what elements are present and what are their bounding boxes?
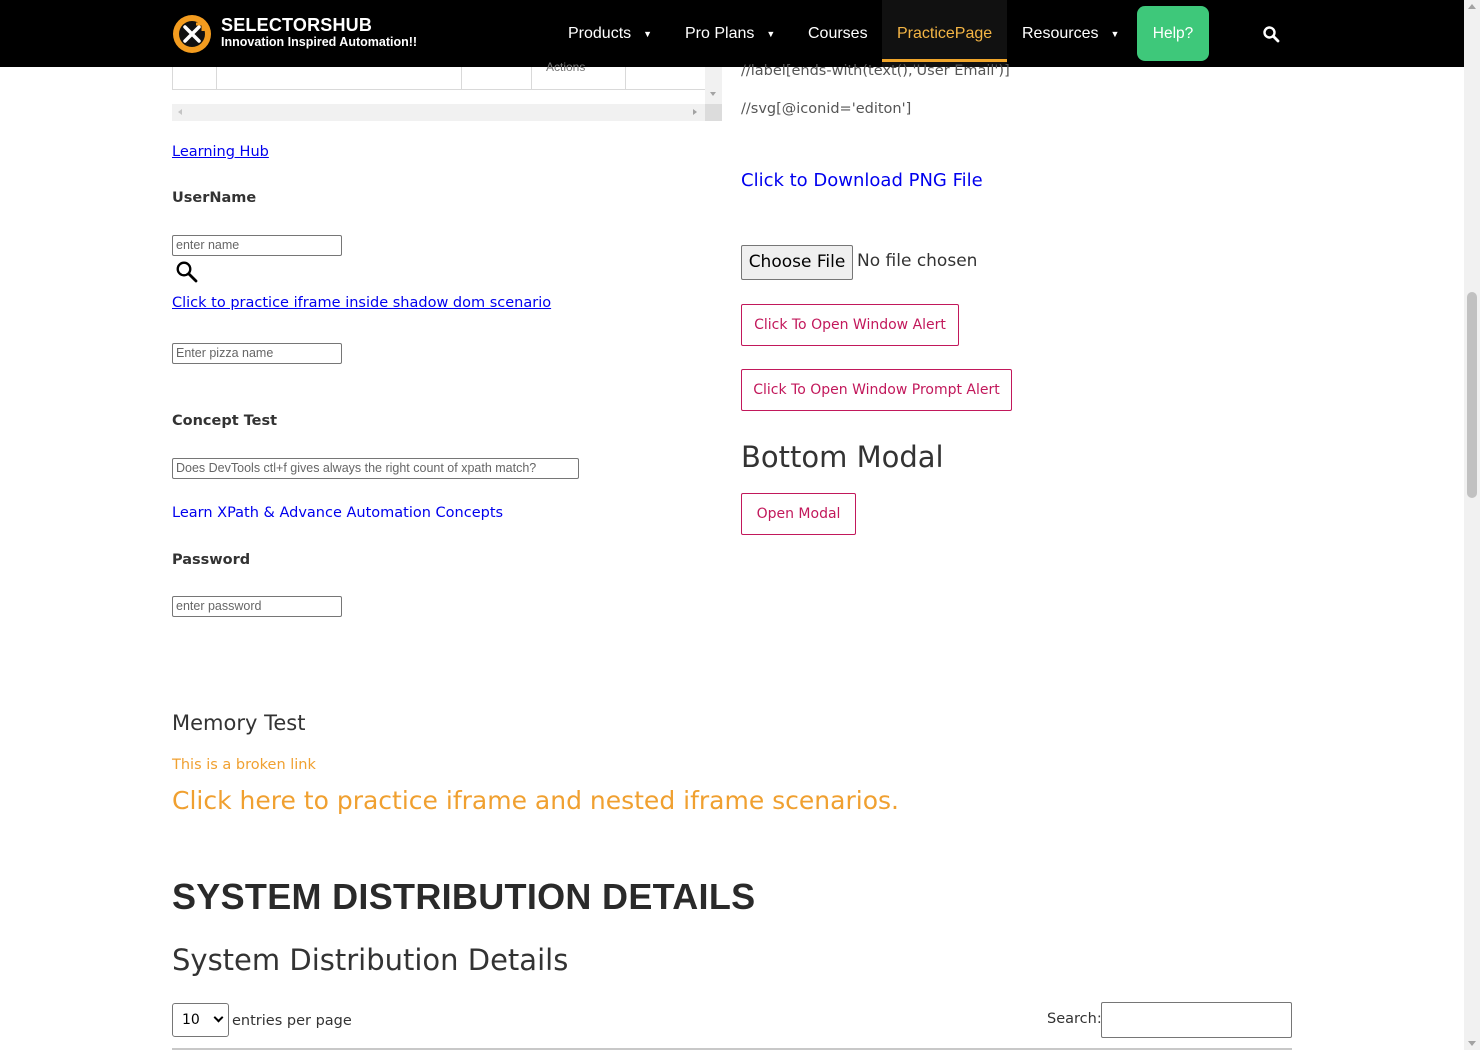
scroll-down-arrow-icon[interactable] [1468,1041,1476,1046]
table-search-input[interactable] [1101,1002,1292,1038]
table-divider [531,67,532,90]
nav-products-label: Products [568,25,632,42]
window-prompt-alert-button[interactable]: Click To Open Window Prompt Alert [741,369,1012,411]
brand-tagline: Innovation Inspired Automation!! [221,35,418,49]
entries-per-page-label: entries per page [232,1013,352,1029]
help-button[interactable]: Help? [1137,6,1209,61]
brand-name: SELECTORSHUB [221,15,373,35]
nav-pro-plans[interactable]: Pro Plans ▼ [685,0,775,67]
caret-down-icon: ▼ [766,29,776,39]
caret-down-icon: ▼ [1110,29,1120,39]
password-label: Password [172,552,251,568]
nav-products[interactable]: Products ▼ [568,0,652,67]
nav-pro-plans-label: Pro Plans [685,25,755,42]
brand[interactable]: SELECTORSHUB Innovation Inspired Automat… [221,15,417,50]
system-distribution-heading: System Distribution Details [172,943,569,977]
nav-courses-label: Courses [808,25,868,42]
system-distribution-heading-caps: SYSTEM DISTRIBUTION DETAILS [172,876,756,917]
search-icon[interactable] [1262,25,1280,43]
xpath-example-1: //label[ends-with(text(),'User Email')] [741,63,1010,79]
open-modal-button[interactable]: Open Modal [741,493,856,535]
password-input[interactable]: enter password [172,596,342,617]
nav-resources[interactable]: Resources ▼ [1022,0,1119,67]
table-fragment: Actions [172,60,705,90]
nav-practice-page[interactable]: PracticePage [882,0,1008,67]
broken-link[interactable]: This is a broken link [172,757,316,773]
magnifier-icon[interactable] [175,260,199,284]
scrollbar-thumb[interactable] [1467,292,1477,498]
xpath-example-2: //svg[@iconid='editon'] [741,101,912,117]
table-search-label: Search: [1047,1011,1102,1027]
learn-xpath-link[interactable]: Learn XPath & Advance Automation Concept… [172,505,503,521]
entries-select-value: 10 [182,1012,200,1028]
username-input[interactable]: enter name [172,235,342,256]
concept-test-label: Concept Test [172,413,278,429]
nested-iframe-link[interactable]: Click here to practice iframe and nested… [172,786,899,815]
no-file-chosen-text: No file chosen [857,251,978,271]
concept-test-input[interactable]: Does DevTools ctl+f gives always the rig… [172,458,579,479]
iframe-vertical-scrollbar[interactable] [705,67,722,104]
pizza-input[interactable]: Enter pizza name [172,343,342,364]
table-divider [625,67,626,90]
site-header: SELECTORSHUB Innovation Inspired Automat… [0,0,1464,67]
nav-courses[interactable]: Courses [808,0,868,67]
nav-resources-label: Resources [1022,25,1099,42]
bottom-modal-heading: Bottom Modal [741,440,944,474]
chevron-down-icon [213,1012,224,1023]
download-png-link[interactable]: Click to Download PNG File [741,170,983,191]
iframe-horizontal-scrollbar[interactable] [172,104,705,121]
shadow-dom-iframe-link[interactable]: Click to practice iframe inside shadow d… [172,295,551,311]
scroll-down-arrow-icon[interactable] [710,92,716,96]
choose-file-button[interactable]: Choose File [741,245,853,280]
table-divider [461,67,462,90]
scroll-up-arrow-icon[interactable] [1468,4,1476,9]
table-header-actions: Actions [546,60,586,74]
table-divider [216,67,217,90]
scroll-left-arrow-icon[interactable] [178,109,182,115]
learning-hub-link[interactable]: Learning Hub [172,144,269,160]
window-alert-button[interactable]: Click To Open Window Alert [741,304,959,346]
scrollbar-corner [705,104,722,121]
selectorshub-logo-icon[interactable] [172,14,212,54]
entries-per-page-select[interactable]: 10 [172,1003,229,1037]
caret-down-icon: ▼ [643,29,653,39]
username-label: UserName [172,190,257,206]
page-scrollbar[interactable] [1464,0,1480,1050]
nav-practice-page-label: PracticePage [897,25,993,42]
memory-test-heading: Memory Test [172,711,306,735]
scroll-right-arrow-icon[interactable] [693,109,697,115]
